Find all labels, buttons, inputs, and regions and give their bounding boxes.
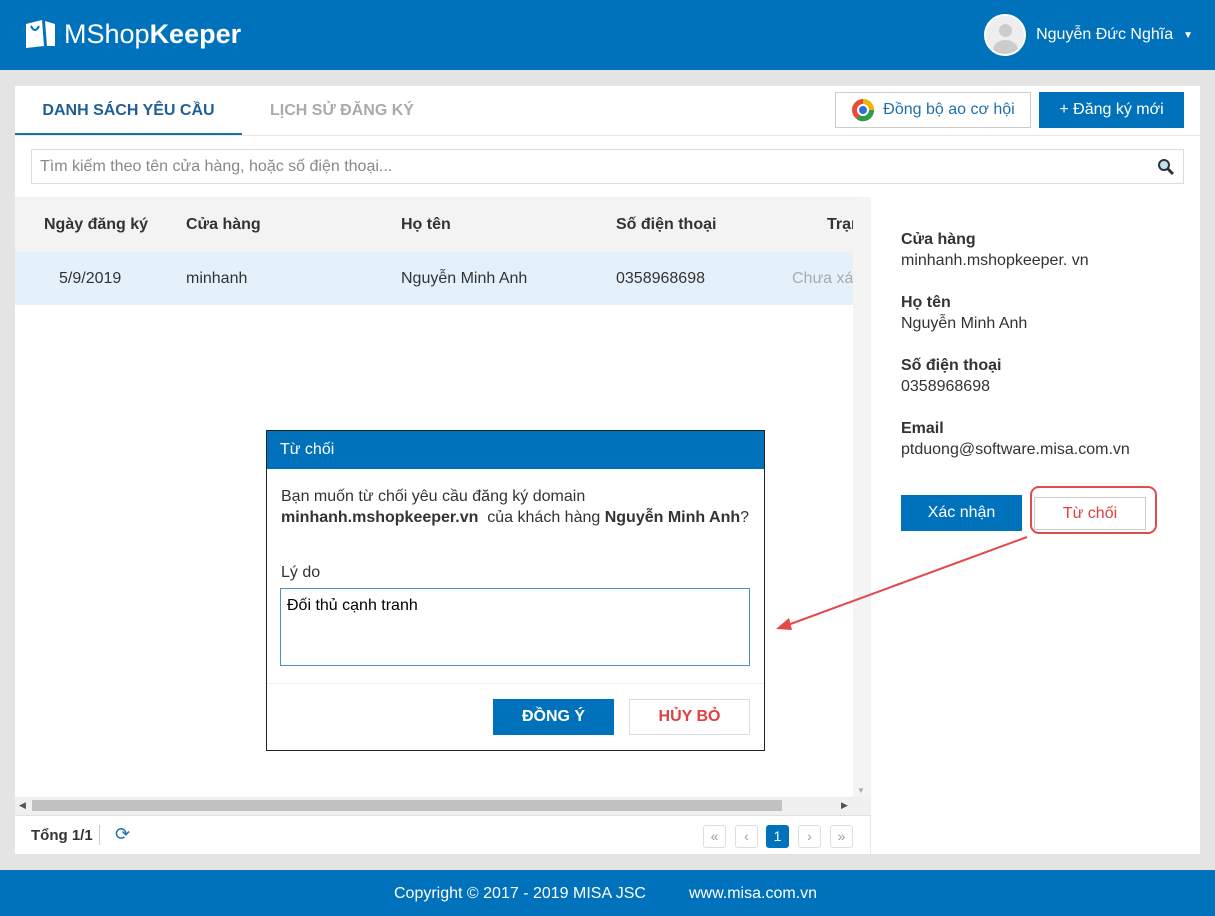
tab-request-list[interactable]: DANH SÁCH YÊU CẦU	[15, 86, 242, 136]
col-date[interactable]: Ngày đăng ký	[44, 197, 148, 252]
search-input[interactable]: Tìm kiếm theo tên cửa hàng, hoặc số điện…	[31, 149, 1184, 184]
reason-input[interactable]: Đối thủ cạnh tranh	[280, 588, 750, 666]
copyright: Copyright © 2017 - 2019 MISA JSC	[394, 885, 646, 902]
shopping-bag-icon	[26, 20, 55, 48]
cell-status: Chưa xác	[792, 270, 853, 287]
scroll-right-icon[interactable]: ▶	[841, 800, 848, 811]
total-count: Tổng 1/1	[31, 827, 93, 844]
name-value: Nguyễn Minh Anh	[901, 315, 1028, 332]
tab-registration-history[interactable]: LỊCH SỬ ĐĂNG KÝ	[242, 86, 442, 136]
register-new-button[interactable]: + Đăng ký mới	[1039, 92, 1184, 128]
search-placeholder: Tìm kiếm theo tên cửa hàng, hoặc số điện…	[40, 157, 393, 175]
page-1-button[interactable]: 1	[766, 825, 789, 848]
divider	[15, 135, 1200, 136]
divider	[267, 683, 764, 684]
col-status[interactable]: Trạng	[827, 197, 853, 252]
user-name: Nguyễn Đức Nghĩa	[1036, 26, 1174, 43]
table-footer: Tổng 1/1 ⟳ « ‹ 1 › »	[15, 815, 871, 854]
email-label: Email	[901, 420, 944, 437]
reason-label: Lý do	[281, 564, 321, 581]
customer-name: Nguyễn Minh Anh	[604, 509, 741, 526]
logo-text-light: MShop	[64, 18, 150, 49]
dialog-message: Bạn muốn từ chối yêu cầu đăng ký domain …	[281, 486, 751, 528]
table-header: Ngày đăng ký Cửa hàng Họ tên Số điện tho…	[15, 197, 853, 252]
divider	[99, 825, 100, 845]
col-name[interactable]: Họ tên	[401, 197, 451, 252]
domain-name: minhanh.mshopkeeper.vn	[281, 509, 479, 526]
horizontal-scrollbar[interactable]: ◀ ▶	[15, 797, 871, 815]
confirm-button[interactable]: Xác nhận	[901, 495, 1022, 531]
refresh-icon[interactable]: ⟳	[115, 824, 130, 845]
cell-name: Nguyễn Minh Anh	[401, 270, 528, 287]
website-link[interactable]: www.misa.com.vn	[689, 885, 817, 903]
store-label: Cửa hàng	[901, 231, 976, 248]
footer: Copyright © 2017 - 2019 MISA JSC www.mis…	[0, 870, 1215, 916]
first-page-button[interactable]: «	[703, 825, 726, 848]
name-label: Họ tên	[901, 294, 951, 311]
reject-dialog: Từ chối Bạn muốn từ chối yêu cầu đăng ký…	[266, 430, 765, 751]
message-text: của khách hàng	[487, 509, 601, 526]
search-icon[interactable]	[1157, 158, 1175, 176]
reject-button[interactable]: Từ chối	[1034, 497, 1146, 530]
agree-button[interactable]: ĐỒNG Ý	[493, 699, 614, 735]
phone-label: Số điện thoại	[901, 357, 1002, 374]
last-page-button[interactable]: »	[830, 825, 853, 848]
email-value: ptduong@software.misa.com.vn	[901, 441, 1130, 458]
user-menu[interactable]: Nguyễn Đức Nghĩa ▼	[984, 14, 1193, 56]
logo[interactable]: MShopKeeper	[24, 18, 241, 50]
sync-logo-icon	[852, 99, 875, 122]
avatar	[984, 14, 1027, 56]
caret-down-icon: ▼	[1183, 29, 1193, 41]
cell-date: 5/9/2019	[59, 270, 122, 287]
store-value: minhanh.mshopkeeper. vn	[901, 252, 1089, 269]
cancel-button[interactable]: HỦY BỎ	[629, 699, 750, 735]
sync-label: Đồng bộ ao cơ hội	[883, 101, 1015, 118]
dialog-title: Từ chối	[267, 431, 764, 469]
scroll-left-icon[interactable]: ◀	[19, 800, 26, 811]
top-header: MShopKeeper Nguyễn Đức Nghĩa ▼	[0, 0, 1215, 70]
table-row[interactable]: 5/9/2019 minhanh Nguyễn Minh Anh 0358968…	[15, 252, 853, 305]
next-page-button[interactable]: ›	[798, 825, 821, 848]
phone-value: 0358968698	[901, 378, 990, 395]
detail-panel: Cửa hàng minhanh.mshopkeeper. vn Họ tên …	[901, 231, 1191, 483]
logo-text-bold: Keeper	[149, 18, 242, 49]
prev-page-button[interactable]: ‹	[735, 825, 758, 848]
col-phone[interactable]: Số điện thoại	[616, 197, 716, 252]
cell-store: minhanh	[186, 270, 248, 287]
scroll-down-icon[interactable]: ▼	[857, 786, 865, 795]
vertical-scrollbar[interactable]: ▼	[853, 197, 871, 797]
cell-phone: 0358968698	[616, 270, 705, 287]
scrollbar-thumb[interactable]	[32, 800, 782, 811]
sync-button[interactable]: Đồng bộ ao cơ hội	[835, 92, 1031, 128]
col-store[interactable]: Cửa hàng	[186, 197, 261, 252]
message-text: Bạn muốn từ chối yêu cầu đăng ký domain	[281, 488, 586, 505]
message-text: ?	[740, 509, 750, 526]
